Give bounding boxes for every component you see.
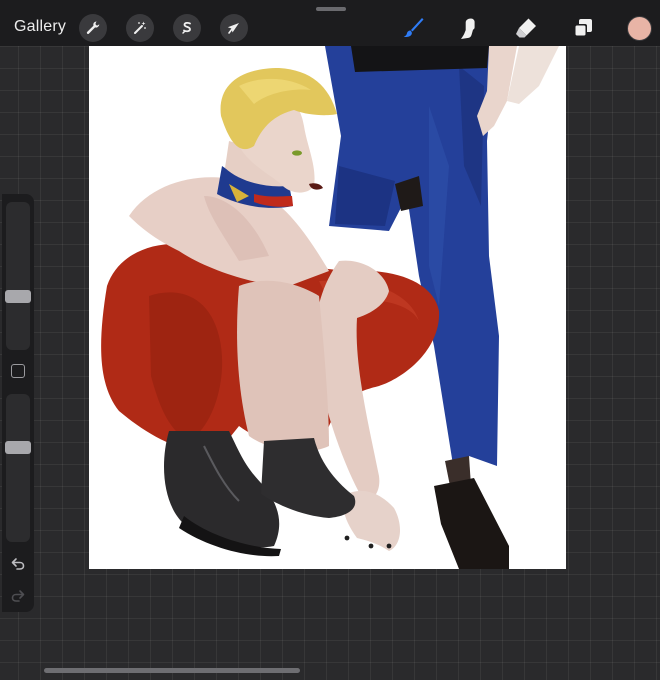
undo-button[interactable] [8, 554, 28, 574]
selection-s-icon [182, 21, 191, 34]
opacity-thumb[interactable] [5, 441, 31, 454]
brush-size-thumb[interactable] [5, 290, 31, 303]
magic-wand-icon [134, 21, 146, 34]
top-grabber[interactable] [316, 7, 346, 11]
smudge-icon [461, 18, 475, 39]
brush-icon [403, 18, 424, 37]
eraser-tool-button[interactable] [510, 12, 542, 44]
gallery-button[interactable]: Gallery [14, 18, 66, 36]
left-sidebar [2, 194, 34, 612]
undo-icon [11, 558, 25, 570]
home-indicator[interactable] [44, 668, 300, 673]
wrench-icon [86, 21, 100, 34]
actions-button[interactable] [79, 14, 107, 42]
selection-button[interactable] [173, 14, 201, 42]
color-picker-button[interactable] [627, 16, 652, 41]
layers-icon [574, 19, 592, 37]
adjustments-button[interactable] [126, 14, 154, 42]
redo-button[interactable] [8, 586, 28, 606]
modify-button[interactable] [11, 364, 25, 378]
transform-button[interactable] [220, 14, 248, 42]
eraser-icon [516, 18, 536, 38]
artwork-illustration [101, 46, 559, 569]
brush-size-slider[interactable] [5, 202, 31, 350]
drawing-canvas[interactable] [89, 46, 566, 569]
top-toolbar: Gallery [0, 0, 660, 46]
arrow-transform-icon [227, 23, 239, 34]
layers-button[interactable] [567, 12, 599, 44]
redo-icon [11, 590, 25, 602]
opacity-slider[interactable] [5, 394, 31, 542]
brush-tool-button[interactable] [397, 12, 429, 44]
smudge-tool-button[interactable] [453, 12, 485, 44]
